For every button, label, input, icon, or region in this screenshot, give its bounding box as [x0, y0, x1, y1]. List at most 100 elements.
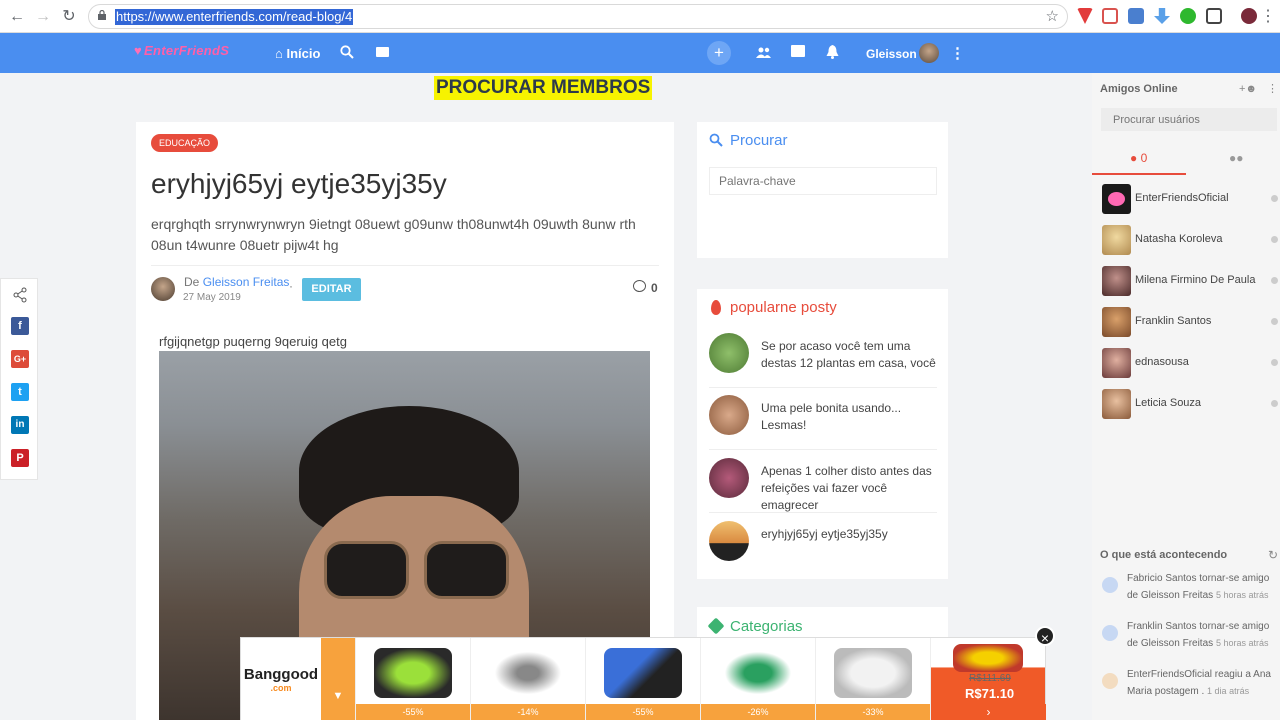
popular-post-item[interactable]: Uma pele bonita usando... Lesmas! — [709, 395, 937, 450]
online-user[interactable]: ednasousa — [1102, 348, 1278, 378]
blog-post-card: EDUCAÇÃO eryhjyj65yj eytje35yj35y erqrgh… — [136, 122, 674, 720]
capture-icon[interactable] — [1206, 8, 1222, 24]
activity-text[interactable]: Franklin Santos tornar-se amigo de Gleis… — [1127, 619, 1279, 652]
chevron-down-icon[interactable]: ▼ — [321, 638, 355, 720]
tab-online[interactable]: ● 0 — [1130, 151, 1147, 173]
product-image[interactable] — [719, 648, 797, 698]
user-name[interactable]: EnterFriendsOficial — [1135, 192, 1229, 204]
user-name[interactable]: Milena Firmino De Paula — [1135, 274, 1255, 286]
advertisement-bar[interactable]: Banggood .com ▼ -55% -14% -55% -26% -33%… — [240, 637, 1046, 720]
post-thumbnail[interactable] — [709, 458, 749, 498]
facebook-icon[interactable]: f — [11, 317, 29, 335]
user-avatar[interactable] — [1102, 389, 1131, 419]
tab-groups[interactable]: ●● — [1229, 151, 1244, 173]
twitter-icon[interactable]: t — [11, 383, 29, 401]
page-banner[interactable]: PROCURAR MEMBROS — [434, 76, 653, 100]
online-user[interactable]: Leticia Souza — [1102, 389, 1278, 419]
online-user[interactable]: Natasha Koroleva — [1102, 225, 1278, 255]
ad-product[interactable]: -26% — [700, 638, 815, 720]
ad-product[interactable]: -14% — [470, 638, 585, 720]
product-image[interactable] — [834, 648, 912, 698]
messages-icon[interactable] — [791, 45, 805, 57]
download-icon[interactable] — [1154, 8, 1170, 24]
comment-count[interactable]: 0 — [651, 281, 658, 295]
discount-badge: -33% — [816, 704, 930, 720]
user-icon: ● — [1130, 151, 1138, 165]
author-avatar[interactable] — [151, 277, 175, 301]
extension-icon[interactable] — [1077, 8, 1093, 24]
user-avatar[interactable] — [1102, 348, 1131, 378]
activity-text[interactable]: Fabricio Santos tornar-se amigo de Gleis… — [1127, 571, 1279, 604]
extension-icon[interactable] — [1102, 8, 1118, 24]
header-more-icon[interactable]: ⋮ — [950, 44, 965, 62]
online-user[interactable]: Milena Firmino De Paula — [1102, 266, 1278, 296]
back-icon[interactable]: ← — [7, 7, 27, 27]
header-user-avatar[interactable] — [919, 43, 939, 63]
category-tag[interactable]: EDUCAÇÃO — [151, 134, 219, 152]
popular-post-item[interactable]: eryhjyj65yj eytje35yj35y — [709, 521, 937, 576]
create-post-button[interactable]: + — [707, 41, 731, 65]
post-description: erqrghqth srrynwrynwryn 9ietngt 08uewt g… — [151, 216, 636, 253]
header-user-name[interactable]: Gleisson — [866, 47, 917, 61]
user-search-input[interactable] — [1101, 108, 1277, 131]
forward-icon[interactable]: → — [33, 7, 53, 27]
url-text[interactable]: https://www.enterfriends.com/read-blog/4 — [115, 9, 354, 25]
ad-product[interactable]: -55% — [355, 638, 470, 720]
author-link[interactable]: Gleisson Freitas — [203, 275, 290, 289]
comment-icon[interactable] — [633, 280, 646, 292]
extension-icon[interactable] — [1128, 8, 1144, 24]
product-image[interactable] — [953, 644, 1023, 672]
popular-post-item[interactable]: Se por acaso você tem uma destas 12 plan… — [709, 333, 937, 388]
keyword-search-input[interactable] — [709, 167, 937, 195]
reload-icon[interactable]: ↻ — [59, 7, 79, 27]
ad-product[interactable]: R$111.69 R$71.10 › — [930, 638, 1046, 720]
popular-post-title[interactable]: eryhjyj65yj eytje35yj35y — [761, 526, 941, 543]
user-avatar[interactable] — [1102, 225, 1131, 255]
post-thumbnail[interactable] — [709, 333, 749, 373]
user-name[interactable]: Natasha Koroleva — [1135, 233, 1222, 245]
user-name[interactable]: ednasousa — [1135, 356, 1189, 368]
post-thumbnail[interactable] — [709, 521, 749, 561]
add-friend-icon[interactable]: +☻ — [1239, 83, 1257, 95]
friends-icon[interactable] — [756, 47, 771, 58]
popular-post-title[interactable]: Apenas 1 colher disto antes das refeiçõe… — [761, 463, 941, 514]
nav-home[interactable]: ⌂ Início — [275, 46, 320, 61]
user-avatar[interactable] — [1102, 184, 1131, 214]
share-icon[interactable] — [12, 287, 28, 303]
product-image[interactable] — [489, 648, 567, 698]
online-user[interactable]: Franklin Santos — [1102, 307, 1278, 337]
address-bar[interactable]: https://www.enterfriends.com/read-blog/4… — [88, 4, 1068, 29]
post-thumbnail[interactable] — [709, 395, 749, 435]
user-name[interactable]: Leticia Souza — [1135, 397, 1201, 409]
pinterest-icon[interactable]: P — [11, 449, 29, 467]
online-user[interactable]: EnterFriendsOficial — [1102, 184, 1278, 214]
chevron-right-icon[interactable]: › — [931, 704, 1046, 720]
lens — [324, 541, 409, 599]
keyboard-icon[interactable] — [376, 47, 389, 57]
google-plus-icon[interactable]: G+ — [11, 350, 29, 368]
more-menu-icon[interactable]: ⋮ — [1258, 7, 1278, 27]
profile-avatar[interactable] — [1241, 8, 1257, 24]
popular-post-title[interactable]: Uma pele bonita usando... Lesmas! — [761, 400, 941, 434]
popular-post-item[interactable]: Apenas 1 colher disto antes das refeiçõe… — [709, 458, 937, 513]
notifications-bell-icon[interactable] — [826, 45, 839, 59]
refresh-icon[interactable]: ↻ — [1268, 548, 1278, 562]
activity-text[interactable]: EnterFriendsOficial reagiu a Ana Maria p… — [1127, 667, 1279, 700]
product-image[interactable] — [374, 648, 452, 698]
popular-post-title[interactable]: Se por acaso você tem uma destas 12 plan… — [761, 338, 941, 372]
ad-product[interactable]: -33% — [815, 638, 930, 720]
ad-brand-logo[interactable]: Banggood .com — [241, 638, 321, 720]
site-logo[interactable]: ♥ EnterFriendS — [134, 43, 229, 58]
search-icon[interactable] — [340, 45, 354, 59]
more-icon[interactable]: ⋮ — [1267, 82, 1278, 95]
linkedin-icon[interactable]: in — [11, 416, 29, 434]
close-ad-button[interactable]: × — [1035, 626, 1055, 646]
edit-button[interactable]: EDITAR — [302, 278, 361, 301]
product-image[interactable] — [604, 648, 682, 698]
user-avatar[interactable] — [1102, 266, 1131, 296]
user-name[interactable]: Franklin Santos — [1135, 315, 1211, 327]
ad-product[interactable]: -55% — [585, 638, 700, 720]
extension-icon[interactable] — [1180, 8, 1196, 24]
bookmark-star-icon[interactable]: ☆ — [1046, 7, 1059, 25]
user-avatar[interactable] — [1102, 307, 1131, 337]
